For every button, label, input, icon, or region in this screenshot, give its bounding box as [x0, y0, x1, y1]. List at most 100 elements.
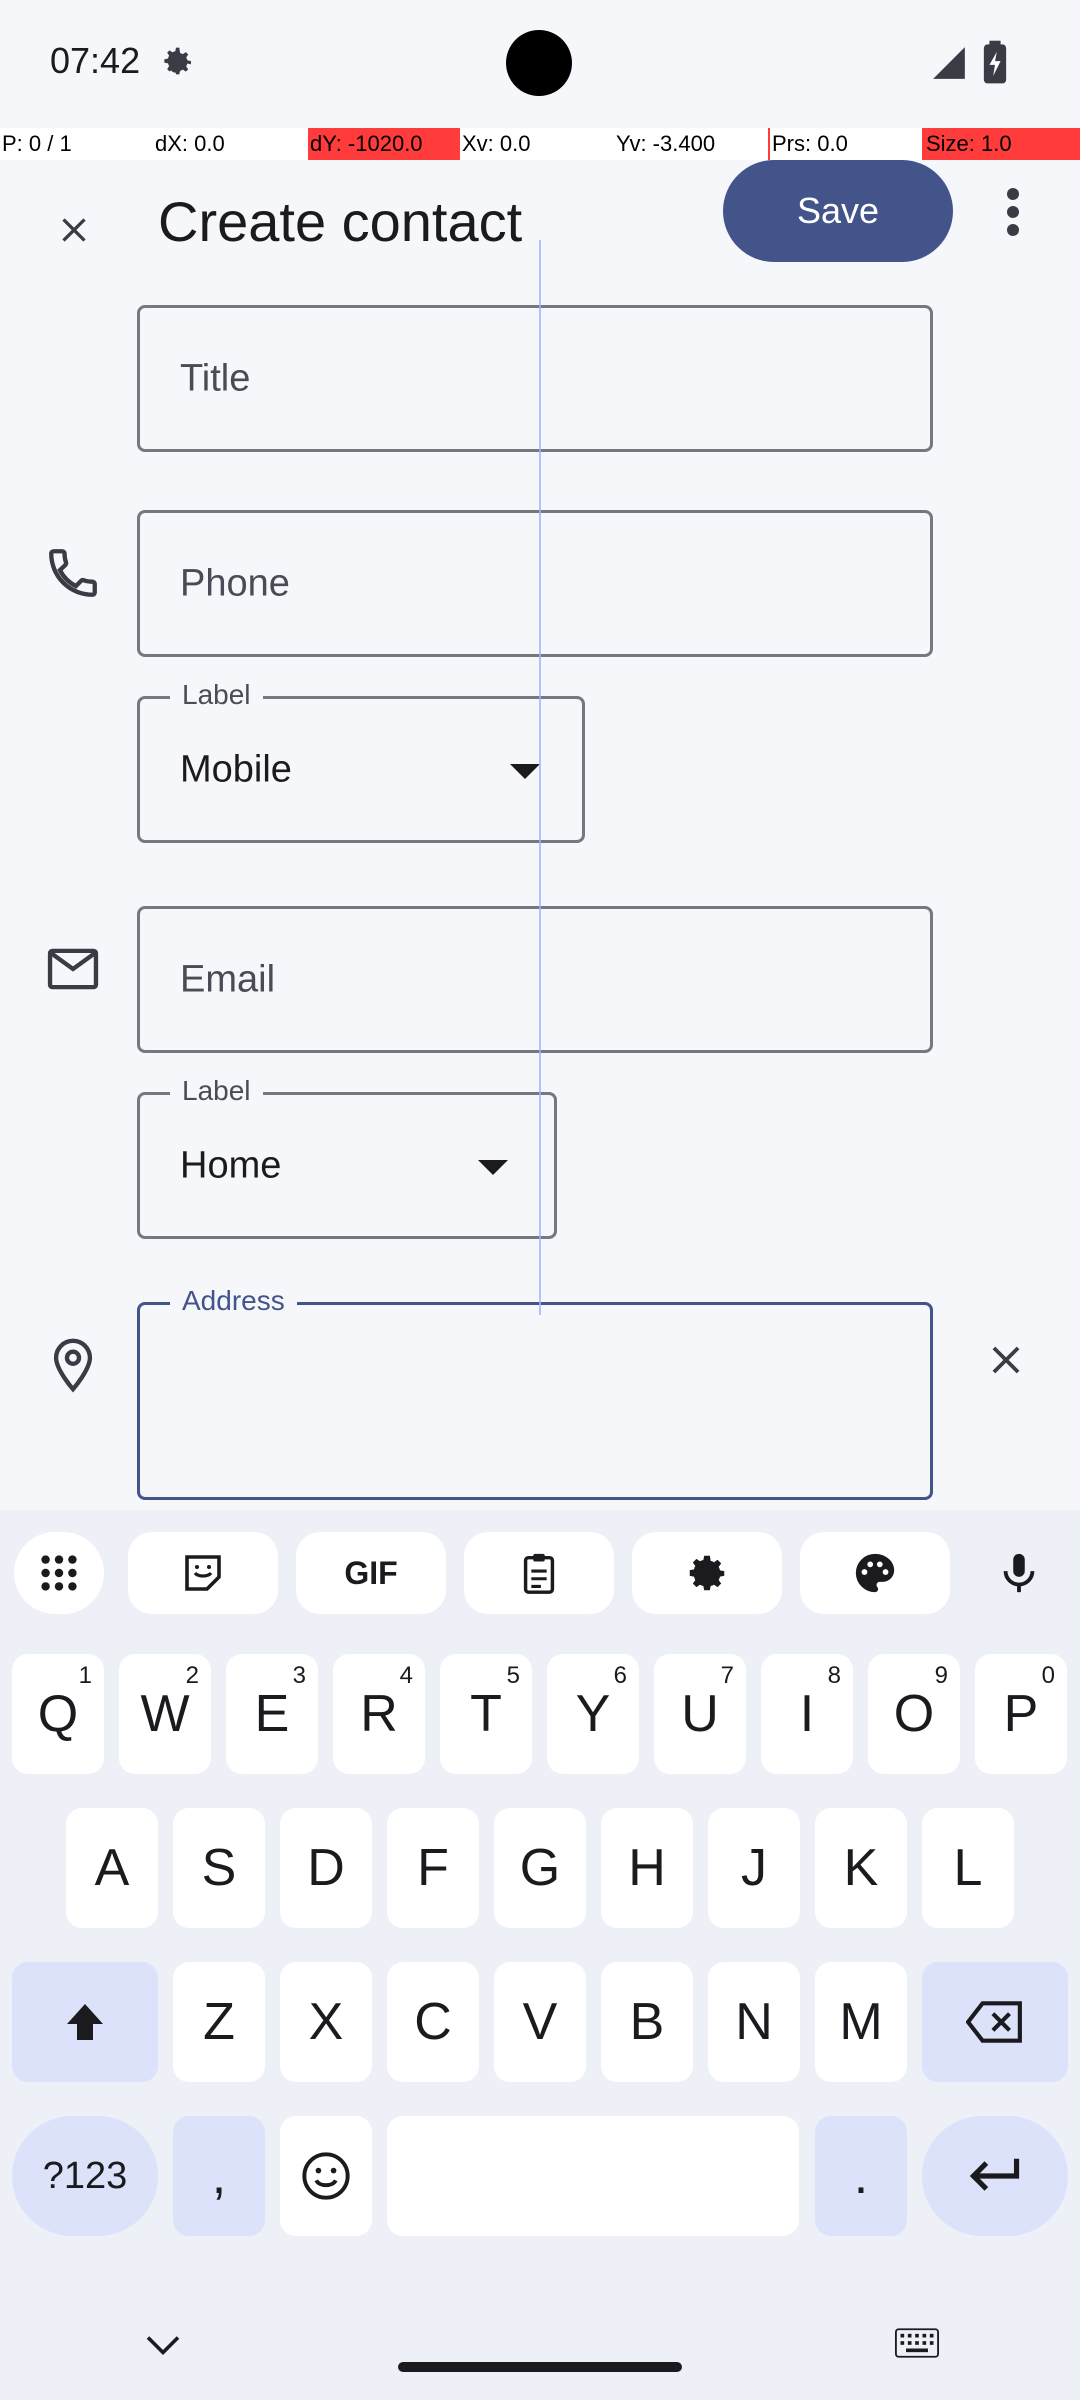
key-z[interactable]: Z	[173, 1962, 265, 2082]
close-button[interactable]	[34, 190, 114, 270]
title-field[interactable]: Title	[137, 305, 933, 452]
settings-notification-icon	[164, 47, 191, 75]
status-bar: 07:42	[0, 0, 1080, 130]
emoji-icon	[302, 2152, 350, 2200]
key-r[interactable]: R4	[333, 1654, 425, 1774]
key-y[interactable]: Y6	[547, 1654, 639, 1774]
email-label-legend: Label	[170, 1075, 263, 1107]
debug-yv: Yv: -3.400	[616, 131, 716, 156]
key-l[interactable]: L	[922, 1808, 1014, 1928]
key-u[interactable]: U7	[654, 1654, 746, 1774]
status-time: 07:42	[50, 40, 141, 81]
email-label-dropdown[interactable]: Label Home	[137, 1075, 557, 1239]
microphone-icon	[1003, 1553, 1035, 1593]
backspace-key[interactable]	[922, 1962, 1068, 2082]
gif-button[interactable]: GIF	[296, 1532, 446, 1614]
key-p[interactable]: P0	[975, 1654, 1067, 1774]
palette-icon	[855, 1553, 895, 1593]
debug-dy: dY: -1020.0	[308, 128, 460, 160]
debug-pointers: P: 0 / 1	[2, 131, 72, 156]
debug-prs: Prs: 0.0	[768, 128, 848, 160]
key-b[interactable]: B	[601, 1962, 693, 2082]
chevron-down-icon	[146, 2336, 180, 2356]
key-s[interactable]: S	[173, 1808, 265, 1928]
enter-key[interactable]	[922, 2116, 1068, 2236]
key-i[interactable]: I8	[761, 1654, 853, 1774]
key-x[interactable]: X	[280, 1962, 372, 2082]
debug-xv: Xv: 0.0	[462, 131, 531, 156]
theme-button[interactable]	[800, 1532, 950, 1614]
key-c[interactable]: C	[387, 1962, 479, 2082]
shift-icon	[67, 2004, 103, 2040]
phone-placeholder: Phone	[180, 562, 290, 604]
key-j[interactable]: J	[708, 1808, 800, 1928]
signal-icon	[933, 47, 965, 79]
sticker-button[interactable]	[128, 1532, 278, 1614]
more-options-button[interactable]	[980, 172, 1046, 252]
home-gesture-bar[interactable]	[398, 2362, 682, 2372]
phone-field[interactable]: Phone	[137, 510, 933, 657]
emoji-key[interactable]	[280, 2116, 372, 2236]
keyboard-apps-button[interactable]	[14, 1532, 104, 1614]
sticker-icon	[185, 1555, 221, 1591]
debug-size: Size: 1.0	[922, 128, 1080, 160]
keyboard-settings-button[interactable]	[632, 1532, 782, 1614]
key-w[interactable]: W2	[119, 1654, 211, 1774]
chevron-down-icon	[510, 763, 540, 779]
email-field[interactable]: Email	[137, 906, 933, 1053]
location-icon	[38, 1330, 108, 1400]
debug-dx: dX: 0.0	[155, 131, 225, 156]
key-g[interactable]: G	[494, 1808, 586, 1928]
gear-icon	[689, 1555, 725, 1591]
voice-input-button[interactable]	[972, 1532, 1066, 1614]
keyboard-switcher-button[interactable]	[892, 2318, 942, 2368]
shift-key[interactable]	[12, 1962, 158, 2082]
key-n[interactable]: N	[708, 1962, 800, 2082]
key-m[interactable]: M	[815, 1962, 907, 2082]
key-t[interactable]: T5	[440, 1654, 532, 1774]
comma-key[interactable]: ,	[173, 2116, 265, 2236]
key-e[interactable]: E3	[226, 1654, 318, 1774]
key-a[interactable]: A	[66, 1808, 158, 1928]
enter-icon	[969, 2158, 1020, 2191]
symbols-key[interactable]: ?123	[12, 2116, 158, 2236]
close-icon	[992, 1346, 1020, 1374]
navigation-bar	[0, 2280, 1080, 2400]
key-o[interactable]: O9	[868, 1654, 960, 1774]
key-f[interactable]: F	[387, 1808, 479, 1928]
key-k[interactable]: K	[815, 1808, 907, 1928]
key-q[interactable]: Q1	[12, 1654, 104, 1774]
key-h[interactable]: H	[601, 1808, 693, 1928]
phone-icon	[38, 538, 108, 608]
hide-keyboard-button[interactable]	[138, 2320, 188, 2370]
clipboard-button[interactable]	[464, 1532, 614, 1614]
clipboard-icon	[523, 1553, 555, 1594]
page-title: Create contact	[158, 190, 523, 253]
grid-icon	[41, 1555, 77, 1591]
pointer-trace-line	[539, 240, 541, 1315]
key-d[interactable]: D	[280, 1808, 372, 1928]
save-button[interactable]: Save	[723, 160, 953, 262]
keyboard-icon	[895, 2328, 939, 2358]
key-v[interactable]: V	[494, 1962, 586, 2082]
period-key[interactable]: .	[815, 2116, 907, 2236]
phone-label-value: Mobile	[180, 748, 292, 790]
battery-charging-icon	[983, 40, 1007, 84]
title-placeholder: Title	[180, 357, 251, 399]
space-key[interactable]	[387, 2116, 799, 2236]
phone-label-dropdown[interactable]: Label Mobile	[137, 679, 585, 843]
email-icon	[38, 934, 108, 1004]
address-field[interactable]: Address	[137, 1285, 933, 1500]
close-icon	[62, 218, 86, 242]
email-placeholder: Email	[180, 958, 276, 1000]
camera-cutout	[506, 30, 572, 96]
chevron-down-icon	[478, 1159, 508, 1175]
remove-address-button[interactable]	[976, 1330, 1036, 1390]
pointer-debug-bar: P: 0 / 1 dX: 0.0 dY: -1020.0 Xv: 0.0 Yv:…	[0, 128, 1080, 160]
backspace-icon	[966, 2001, 1022, 2043]
more-vert-icon	[1007, 188, 1019, 236]
address-legend: Address	[170, 1285, 297, 1317]
email-label-value: Home	[180, 1144, 282, 1186]
soft-keyboard: GIF Q1 W2 E3 R4 T5 Y6 U7 I8 O9 P0 A S D …	[0, 1510, 1080, 2400]
phone-label-legend: Label	[170, 679, 263, 711]
